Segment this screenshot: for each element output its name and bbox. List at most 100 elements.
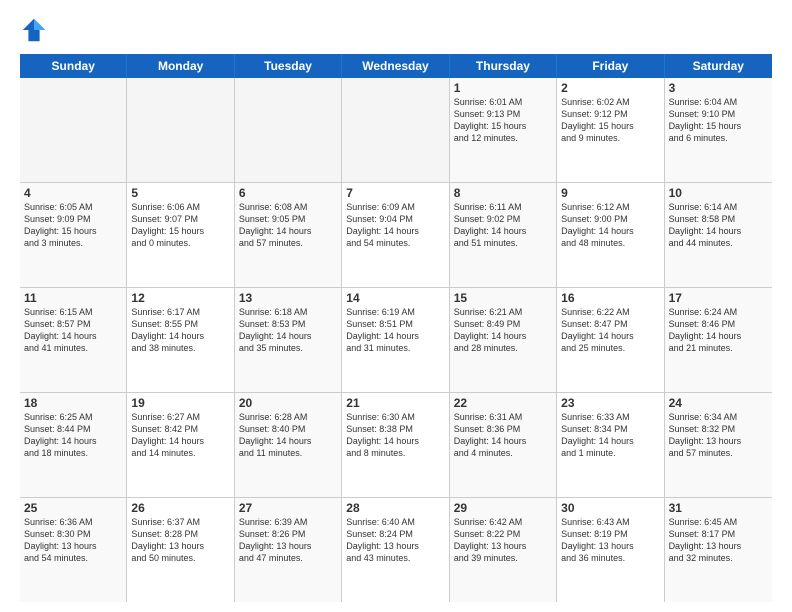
calendar-cell-r5-c7: 31Sunrise: 6:45 AM Sunset: 8:17 PM Dayli… — [665, 498, 772, 602]
day-info: Sunrise: 6:43 AM Sunset: 8:19 PM Dayligh… — [561, 516, 659, 565]
day-number: 9 — [561, 186, 659, 200]
calendar-cell-r5-c6: 30Sunrise: 6:43 AM Sunset: 8:19 PM Dayli… — [557, 498, 664, 602]
calendar-cell-r2-c5: 8Sunrise: 6:11 AM Sunset: 9:02 PM Daylig… — [450, 183, 557, 287]
day-info: Sunrise: 6:04 AM Sunset: 9:10 PM Dayligh… — [669, 96, 768, 145]
day-number: 7 — [346, 186, 444, 200]
calendar-cell-r5-c2: 26Sunrise: 6:37 AM Sunset: 8:28 PM Dayli… — [127, 498, 234, 602]
day-number: 18 — [24, 396, 122, 410]
calendar-cell-r4-c1: 18Sunrise: 6:25 AM Sunset: 8:44 PM Dayli… — [20, 393, 127, 497]
day-number: 30 — [561, 501, 659, 515]
calendar-cell-r5-c3: 27Sunrise: 6:39 AM Sunset: 8:26 PM Dayli… — [235, 498, 342, 602]
day-info: Sunrise: 6:14 AM Sunset: 8:58 PM Dayligh… — [669, 201, 768, 250]
logo-icon — [20, 16, 48, 44]
day-info: Sunrise: 6:17 AM Sunset: 8:55 PM Dayligh… — [131, 306, 229, 355]
day-info: Sunrise: 6:39 AM Sunset: 8:26 PM Dayligh… — [239, 516, 337, 565]
calendar-cell-r4-c5: 22Sunrise: 6:31 AM Sunset: 8:36 PM Dayli… — [450, 393, 557, 497]
calendar-cell-r3-c4: 14Sunrise: 6:19 AM Sunset: 8:51 PM Dayli… — [342, 288, 449, 392]
logo — [20, 16, 52, 44]
day-number: 17 — [669, 291, 768, 305]
calendar-cell-r4-c2: 19Sunrise: 6:27 AM Sunset: 8:42 PM Dayli… — [127, 393, 234, 497]
day-info: Sunrise: 6:19 AM Sunset: 8:51 PM Dayligh… — [346, 306, 444, 355]
calendar-row-5: 25Sunrise: 6:36 AM Sunset: 8:30 PM Dayli… — [20, 498, 772, 602]
calendar-cell-r3-c2: 12Sunrise: 6:17 AM Sunset: 8:55 PM Dayli… — [127, 288, 234, 392]
calendar-cell-r1-c1 — [20, 78, 127, 182]
day-info: Sunrise: 6:21 AM Sunset: 8:49 PM Dayligh… — [454, 306, 552, 355]
calendar-header: SundayMondayTuesdayWednesdayThursdayFrid… — [20, 54, 772, 78]
calendar-cell-r5-c1: 25Sunrise: 6:36 AM Sunset: 8:30 PM Dayli… — [20, 498, 127, 602]
day-number: 12 — [131, 291, 229, 305]
day-number: 19 — [131, 396, 229, 410]
calendar-cell-r5-c4: 28Sunrise: 6:40 AM Sunset: 8:24 PM Dayli… — [342, 498, 449, 602]
day-number: 21 — [346, 396, 444, 410]
day-number: 31 — [669, 501, 768, 515]
day-number: 26 — [131, 501, 229, 515]
day-info: Sunrise: 6:24 AM Sunset: 8:46 PM Dayligh… — [669, 306, 768, 355]
weekday-header-wednesday: Wednesday — [342, 54, 449, 78]
calendar-cell-r2-c7: 10Sunrise: 6:14 AM Sunset: 8:58 PM Dayli… — [665, 183, 772, 287]
day-info: Sunrise: 6:27 AM Sunset: 8:42 PM Dayligh… — [131, 411, 229, 460]
calendar-cell-r5-c5: 29Sunrise: 6:42 AM Sunset: 8:22 PM Dayli… — [450, 498, 557, 602]
calendar-cell-r1-c3 — [235, 78, 342, 182]
day-info: Sunrise: 6:42 AM Sunset: 8:22 PM Dayligh… — [454, 516, 552, 565]
day-number: 10 — [669, 186, 768, 200]
day-number: 3 — [669, 81, 768, 95]
day-info: Sunrise: 6:34 AM Sunset: 8:32 PM Dayligh… — [669, 411, 768, 460]
calendar-cell-r3-c5: 15Sunrise: 6:21 AM Sunset: 8:49 PM Dayli… — [450, 288, 557, 392]
day-info: Sunrise: 6:37 AM Sunset: 8:28 PM Dayligh… — [131, 516, 229, 565]
calendar-cell-r1-c5: 1Sunrise: 6:01 AM Sunset: 9:13 PM Daylig… — [450, 78, 557, 182]
day-number: 1 — [454, 81, 552, 95]
weekday-header-sunday: Sunday — [20, 54, 127, 78]
calendar-cell-r2-c1: 4Sunrise: 6:05 AM Sunset: 9:09 PM Daylig… — [20, 183, 127, 287]
day-number: 16 — [561, 291, 659, 305]
calendar-cell-r3-c1: 11Sunrise: 6:15 AM Sunset: 8:57 PM Dayli… — [20, 288, 127, 392]
day-number: 8 — [454, 186, 552, 200]
day-info: Sunrise: 6:25 AM Sunset: 8:44 PM Dayligh… — [24, 411, 122, 460]
calendar-cell-r4-c7: 24Sunrise: 6:34 AM Sunset: 8:32 PM Dayli… — [665, 393, 772, 497]
day-info: Sunrise: 6:12 AM Sunset: 9:00 PM Dayligh… — [561, 201, 659, 250]
calendar-cell-r3-c6: 16Sunrise: 6:22 AM Sunset: 8:47 PM Dayli… — [557, 288, 664, 392]
page: SundayMondayTuesdayWednesdayThursdayFrid… — [0, 0, 792, 612]
day-info: Sunrise: 6:11 AM Sunset: 9:02 PM Dayligh… — [454, 201, 552, 250]
day-info: Sunrise: 6:15 AM Sunset: 8:57 PM Dayligh… — [24, 306, 122, 355]
day-info: Sunrise: 6:30 AM Sunset: 8:38 PM Dayligh… — [346, 411, 444, 460]
calendar-row-3: 11Sunrise: 6:15 AM Sunset: 8:57 PM Dayli… — [20, 288, 772, 393]
calendar-cell-r3-c7: 17Sunrise: 6:24 AM Sunset: 8:46 PM Dayli… — [665, 288, 772, 392]
calendar-row-2: 4Sunrise: 6:05 AM Sunset: 9:09 PM Daylig… — [20, 183, 772, 288]
day-number: 4 — [24, 186, 122, 200]
calendar-cell-r1-c6: 2Sunrise: 6:02 AM Sunset: 9:12 PM Daylig… — [557, 78, 664, 182]
day-info: Sunrise: 6:09 AM Sunset: 9:04 PM Dayligh… — [346, 201, 444, 250]
day-number: 24 — [669, 396, 768, 410]
day-info: Sunrise: 6:02 AM Sunset: 9:12 PM Dayligh… — [561, 96, 659, 145]
day-info: Sunrise: 6:33 AM Sunset: 8:34 PM Dayligh… — [561, 411, 659, 460]
calendar-row-4: 18Sunrise: 6:25 AM Sunset: 8:44 PM Dayli… — [20, 393, 772, 498]
day-number: 2 — [561, 81, 659, 95]
calendar-row-1: 1Sunrise: 6:01 AM Sunset: 9:13 PM Daylig… — [20, 78, 772, 183]
day-number: 14 — [346, 291, 444, 305]
day-info: Sunrise: 6:40 AM Sunset: 8:24 PM Dayligh… — [346, 516, 444, 565]
day-number: 11 — [24, 291, 122, 305]
calendar-cell-r2-c6: 9Sunrise: 6:12 AM Sunset: 9:00 PM Daylig… — [557, 183, 664, 287]
calendar-cell-r2-c2: 5Sunrise: 6:06 AM Sunset: 9:07 PM Daylig… — [127, 183, 234, 287]
day-number: 23 — [561, 396, 659, 410]
day-number: 28 — [346, 501, 444, 515]
calendar-cell-r2-c4: 7Sunrise: 6:09 AM Sunset: 9:04 PM Daylig… — [342, 183, 449, 287]
calendar-body: 1Sunrise: 6:01 AM Sunset: 9:13 PM Daylig… — [20, 78, 772, 602]
day-number: 15 — [454, 291, 552, 305]
calendar: SundayMondayTuesdayWednesdayThursdayFrid… — [20, 54, 772, 602]
header — [20, 16, 772, 44]
day-info: Sunrise: 6:18 AM Sunset: 8:53 PM Dayligh… — [239, 306, 337, 355]
day-number: 25 — [24, 501, 122, 515]
day-info: Sunrise: 6:08 AM Sunset: 9:05 PM Dayligh… — [239, 201, 337, 250]
weekday-header-tuesday: Tuesday — [235, 54, 342, 78]
weekday-header-monday: Monday — [127, 54, 234, 78]
calendar-cell-r1-c2 — [127, 78, 234, 182]
day-number: 29 — [454, 501, 552, 515]
day-info: Sunrise: 6:36 AM Sunset: 8:30 PM Dayligh… — [24, 516, 122, 565]
day-number: 27 — [239, 501, 337, 515]
weekday-header-friday: Friday — [557, 54, 664, 78]
calendar-cell-r4-c4: 21Sunrise: 6:30 AM Sunset: 8:38 PM Dayli… — [342, 393, 449, 497]
day-info: Sunrise: 6:45 AM Sunset: 8:17 PM Dayligh… — [669, 516, 768, 565]
day-info: Sunrise: 6:01 AM Sunset: 9:13 PM Dayligh… — [454, 96, 552, 145]
calendar-cell-r1-c7: 3Sunrise: 6:04 AM Sunset: 9:10 PM Daylig… — [665, 78, 772, 182]
calendar-cell-r3-c3: 13Sunrise: 6:18 AM Sunset: 8:53 PM Dayli… — [235, 288, 342, 392]
